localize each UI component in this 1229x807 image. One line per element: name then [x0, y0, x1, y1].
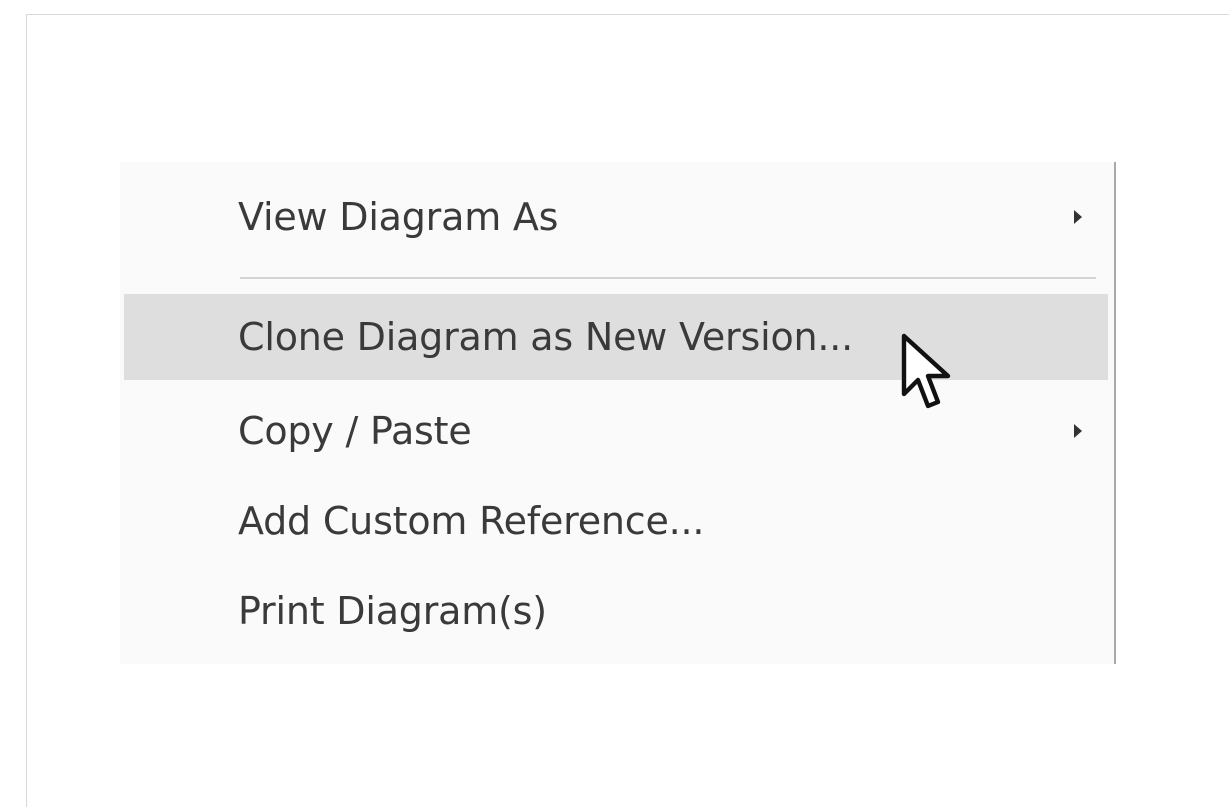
- menu-item-label: Print Diagram(s): [238, 589, 547, 633]
- screenshot-canvas: View Diagram As Clone Diagram as New Ver…: [0, 0, 1229, 807]
- submenu-arrow-icon: [1074, 424, 1082, 438]
- menu-item-label: Copy / Paste: [238, 409, 472, 453]
- menu-item-copy-paste[interactable]: Copy / Paste: [124, 388, 1108, 474]
- menu-item-add-custom-reference[interactable]: Add Custom Reference...: [124, 478, 1108, 564]
- menu-separator: [240, 277, 1096, 279]
- submenu-arrow-icon: [1074, 210, 1082, 224]
- menu-item-label: View Diagram As: [238, 195, 559, 239]
- menu-item-clone-diagram[interactable]: Clone Diagram as New Version...: [124, 294, 1108, 380]
- menu-item-view-diagram-as[interactable]: View Diagram As: [124, 174, 1108, 260]
- mouse-cursor-icon: [901, 333, 951, 409]
- menu-item-label: Clone Diagram as New Version...: [238, 315, 854, 359]
- context-menu: View Diagram As Clone Diagram as New Ver…: [120, 162, 1116, 664]
- menu-item-print-diagrams[interactable]: Print Diagram(s): [124, 568, 1108, 654]
- menu-item-label: Add Custom Reference...: [238, 499, 705, 543]
